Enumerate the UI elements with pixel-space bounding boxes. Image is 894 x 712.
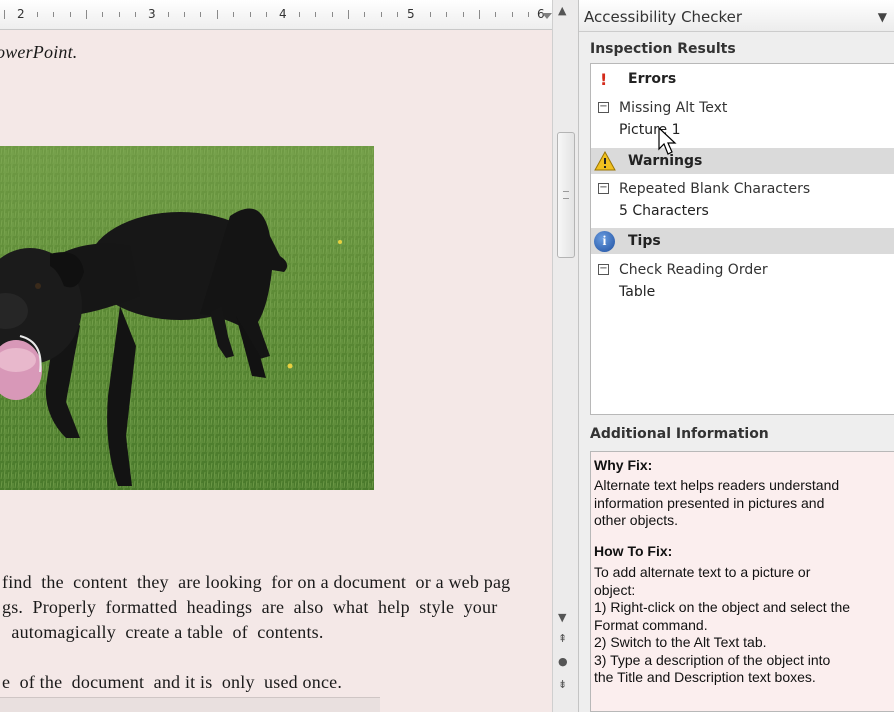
- horizontal-scrollbar[interactable]: [0, 697, 380, 712]
- ruler-tick: [119, 12, 120, 17]
- inspection-results-list[interactable]: ! Errors − Missing Alt Text Picture 1 Wa…: [590, 63, 894, 415]
- scroll-up-arrow-icon[interactable]: ▲: [558, 4, 566, 17]
- ruler-tick: [233, 12, 234, 17]
- ruler-tick: [381, 12, 382, 17]
- additional-information-heading: Additional Information: [590, 426, 769, 442]
- ruler-tick: [364, 12, 365, 17]
- document-vertical-scrollbar[interactable]: ▲ ▼ ⇞ ● ⇟: [552, 0, 578, 712]
- how-to-fix-heading: How To Fix:: [594, 543, 673, 559]
- paragraph-line[interactable]: automagically create a table of contents…: [2, 622, 324, 643]
- paragraph-line[interactable]: find the content they are looking for on…: [2, 572, 510, 593]
- document-area[interactable]: 2 3 4 5 6 owerPoint. find the content th…: [0, 0, 552, 712]
- accessibility-checker-pane: Accessibility Checker ▼ Inspection Resul…: [578, 0, 894, 712]
- browse-object-icon[interactable]: ●: [558, 655, 568, 668]
- issue-row-repeated-blank-characters[interactable]: − Repeated Blank Characters: [591, 178, 894, 200]
- group-label: Errors: [628, 71, 677, 87]
- ruler-tick: [37, 12, 38, 17]
- group-header-errors[interactable]: ! Errors: [591, 66, 894, 92]
- paragraph-line[interactable]: gs. Properly formatted headings are also…: [2, 597, 497, 618]
- ruler-tick: [53, 12, 54, 17]
- grip-icon: [563, 191, 569, 199]
- ruler-tick: [200, 12, 201, 17]
- ruler-tick: [479, 10, 480, 19]
- issue-row-missing-alt-text[interactable]: − Missing Alt Text: [591, 97, 894, 119]
- why-fix-line: Alternate text helps readers understand: [594, 477, 840, 493]
- ruler-tick: [495, 12, 496, 17]
- ruler-tick: [250, 12, 251, 17]
- ruler-tick: [70, 12, 71, 17]
- why-fix-line: other objects.: [594, 512, 679, 528]
- collapse-icon[interactable]: −: [598, 183, 609, 194]
- issue-row-check-reading-order[interactable]: − Check Reading Order: [591, 259, 894, 281]
- ruler-number: 4: [279, 7, 287, 21]
- info-icon: i: [594, 231, 615, 252]
- ruler-tick: [332, 12, 333, 17]
- ruler-tick: [463, 12, 464, 17]
- warning-icon: [594, 151, 616, 171]
- ruler-number: 5: [407, 7, 415, 21]
- how-to-fix-line: Format command.: [594, 617, 708, 633]
- how-to-fix-line: 3) Type a description of the object into: [594, 652, 831, 668]
- issue-label: Missing Alt Text: [619, 100, 728, 116]
- how-to-fix-line: To add alternate text to a picture or: [594, 564, 811, 580]
- paragraph-line[interactable]: e of the document and it is only used on…: [2, 672, 342, 693]
- ruler-tick: [184, 12, 185, 17]
- group-header-tips[interactable]: i Tips: [591, 228, 894, 254]
- ruler-tick: [315, 12, 316, 17]
- ruler-number: 2: [17, 7, 25, 21]
- why-fix-heading: Why Fix:: [594, 457, 653, 473]
- issue-detail-table[interactable]: Table: [619, 284, 655, 300]
- ruler-tick: [348, 10, 349, 19]
- error-icon: !: [600, 70, 608, 89]
- issue-label: Check Reading Order: [619, 262, 768, 278]
- issue-label: Repeated Blank Characters: [619, 181, 811, 197]
- ruler-tick: [528, 12, 529, 17]
- how-to-fix-line: object:: [594, 582, 636, 598]
- collapse-icon[interactable]: −: [598, 264, 609, 275]
- group-label: Tips: [628, 233, 661, 249]
- ruler-tick: [4, 10, 5, 19]
- previous-page-icon[interactable]: ⇞: [558, 632, 567, 645]
- ruler-tick: [168, 12, 169, 17]
- next-page-icon[interactable]: ⇟: [558, 678, 567, 691]
- ruler-tick: [266, 12, 267, 17]
- additional-information-box[interactable]: Why Fix: Alternate text helps readers un…: [590, 451, 894, 712]
- ruler-tick: [217, 10, 218, 19]
- how-to-fix-line: 2) Switch to the Alt Text tab.: [594, 634, 767, 650]
- ruler-number: 3: [148, 7, 156, 21]
- horizontal-ruler[interactable]: 2 3 4 5 6: [0, 0, 552, 30]
- inspection-results-heading: Inspection Results: [590, 41, 736, 57]
- right-indent-marker[interactable]: [542, 13, 552, 19]
- pane-title: Accessibility Checker: [584, 8, 743, 26]
- collapse-icon[interactable]: −: [598, 102, 609, 113]
- document-heading[interactable]: owerPoint.: [0, 42, 78, 63]
- ruler-tick: [135, 12, 136, 17]
- dropdown-arrow-icon[interactable]: ▼: [878, 10, 887, 24]
- ruler-tick: [446, 12, 447, 17]
- ruler-tick: [102, 12, 103, 17]
- group-header-warnings[interactable]: Warnings: [591, 148, 894, 174]
- ruler-tick: [299, 12, 300, 17]
- how-to-fix-line: 1) Right-click on the object and select …: [594, 599, 851, 615]
- how-to-fix-line: the Title and Description text boxes.: [594, 669, 816, 685]
- issue-detail-characters[interactable]: 5 Characters: [619, 203, 709, 219]
- scrollbar-thumb[interactable]: [557, 132, 575, 258]
- dog-picture-illustration: [0, 146, 374, 490]
- ruler-tick: [430, 12, 431, 17]
- why-fix-line: information presented in pictures and: [594, 495, 825, 511]
- dog-photo[interactable]: [0, 146, 374, 490]
- mouse-pointer-icon: [658, 127, 677, 155]
- pane-header: Accessibility Checker ▼: [579, 0, 894, 32]
- scroll-down-arrow-icon[interactable]: ▼: [558, 611, 566, 624]
- ruler-tick: [86, 10, 87, 19]
- ruler-tick: [397, 12, 398, 17]
- ruler-tick: [512, 12, 513, 17]
